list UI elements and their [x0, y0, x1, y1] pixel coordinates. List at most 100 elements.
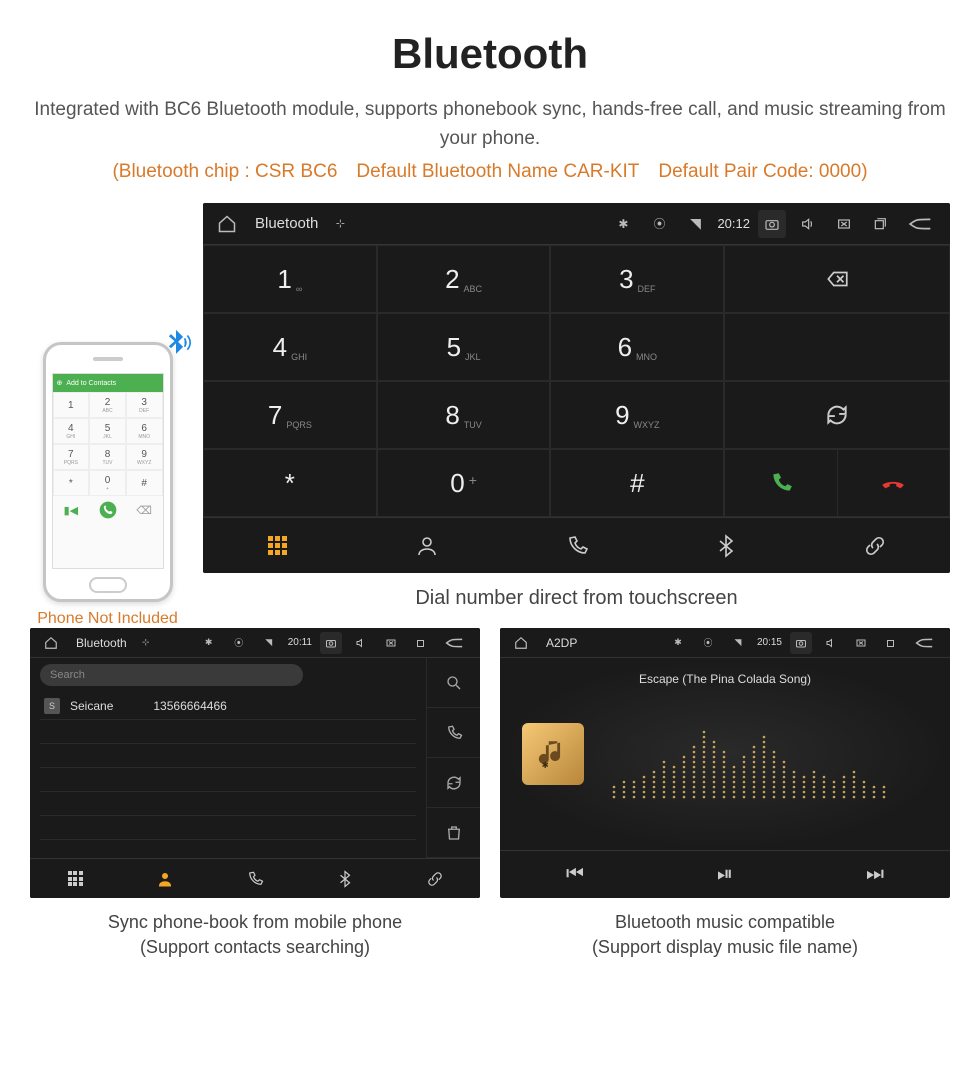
home-icon[interactable]: [40, 632, 62, 654]
key-4[interactable]: 4GHI: [203, 313, 377, 381]
tab-recent[interactable]: [210, 859, 300, 898]
page-description: Integrated with BC6 Bluetooth module, su…: [20, 96, 960, 153]
wifi-icon: ◥: [258, 632, 280, 654]
key-3[interactable]: 3DEF: [550, 245, 724, 313]
usb-icon: ⊹: [326, 210, 354, 238]
bottom-tabs: [30, 858, 480, 898]
tab-keypad[interactable]: [203, 518, 352, 573]
usb-icon: ⊹: [135, 632, 157, 654]
contacts-caption: Sync phone-book from mobile phone (Suppo…: [30, 910, 480, 960]
tab-recent[interactable]: [502, 518, 651, 573]
phone-key: 8TUV: [89, 444, 126, 470]
volume-icon[interactable]: [350, 632, 372, 654]
dialpad: 1∞2ABC3DEF 4GHI5JKL6MNO 7PQRS8TUV9WXYZ *0+#: [203, 245, 950, 517]
hangup-button[interactable]: [838, 450, 949, 516]
audio-visualizer: [610, 709, 890, 799]
contact-row-empty: [40, 744, 416, 768]
contact-row-empty: [40, 816, 416, 840]
back-icon[interactable]: [902, 210, 940, 238]
page-title: Bluetooth: [20, 30, 960, 78]
clock: 20:15: [757, 637, 782, 648]
key-9[interactable]: 9WXYZ: [550, 381, 724, 449]
backspace-button[interactable]: [724, 245, 950, 313]
side-search-icon[interactable]: [427, 658, 480, 708]
location-icon: ⦿: [697, 632, 719, 654]
screenshot-icon[interactable]: [758, 210, 786, 238]
home-icon[interactable]: [510, 632, 532, 654]
phone-key: 6MNO: [126, 418, 163, 444]
tab-pair[interactable]: [801, 518, 950, 573]
tab-contacts[interactable]: [352, 518, 501, 573]
tab-keypad[interactable]: [30, 859, 120, 898]
phone-key: 2ABC: [89, 392, 126, 418]
key-hash[interactable]: #: [550, 449, 724, 517]
music-panel: A2DP ✱ ⦿ ◥ 20:15 Escape (The Pina Colada…: [500, 628, 950, 960]
volume-icon[interactable]: [820, 632, 842, 654]
redial-button[interactable]: [724, 381, 950, 449]
tab-bluetooth[interactable]: [651, 518, 800, 573]
key-6[interactable]: 6MNO: [550, 313, 724, 381]
tab-contacts[interactable]: [120, 859, 210, 898]
back-icon[interactable]: [910, 632, 940, 654]
phone-backspace-icon: ⌫: [126, 496, 163, 524]
phone-topbar-label: Add to Contacts: [66, 380, 116, 387]
next-button[interactable]: ⏭: [800, 851, 950, 898]
statusbar-title: A2DP: [546, 636, 577, 650]
search-input[interactable]: Search: [40, 664, 303, 686]
contact-name: Seicane: [70, 699, 113, 713]
bluetooth-status-icon: ✱: [667, 632, 689, 654]
close-icon[interactable]: [830, 210, 858, 238]
bluetooth-specs: (Bluetooth chip : CSR BC6 Default Blueto…: [20, 161, 960, 183]
location-icon: ⦿: [645, 210, 673, 238]
close-icon[interactable]: [380, 632, 402, 654]
key-7[interactable]: 7PQRS: [203, 381, 377, 449]
key-8[interactable]: 8TUV: [377, 381, 551, 449]
spacer-cell: [724, 313, 950, 381]
recent-apps-icon[interactable]: [866, 210, 894, 238]
bottom-tabs: [203, 517, 950, 573]
wifi-icon: ◥: [681, 210, 709, 238]
phone-call-icon: [89, 496, 126, 524]
tab-bluetooth[interactable]: [300, 859, 390, 898]
phone-key: 5JKL: [89, 418, 126, 444]
phone-mockup: ⊕Add to Contacts 12ABC3DEF4GHI5JKL6MNO7P…: [30, 342, 185, 628]
key-star[interactable]: *: [203, 449, 377, 517]
key-5[interactable]: 5JKL: [377, 313, 551, 381]
phone-key: *: [53, 470, 90, 496]
side-sync-icon[interactable]: [427, 758, 480, 808]
key-2[interactable]: 2ABC: [377, 245, 551, 313]
contact-row[interactable]: S Seicane 13566664466: [40, 692, 416, 720]
album-art-icon: ✱: [522, 723, 584, 785]
back-icon[interactable]: [440, 632, 470, 654]
play-pause-button[interactable]: ⏯: [650, 851, 800, 898]
screenshot-icon[interactable]: [320, 632, 342, 654]
statusbar-title: Bluetooth: [255, 215, 318, 232]
side-call-icon[interactable]: [427, 708, 480, 758]
statusbar: Bluetooth ⊹ ✱ ⦿ ◥ 20:12: [203, 203, 950, 245]
phone-key: 7PQRS: [53, 444, 90, 470]
side-delete-icon[interactable]: [427, 808, 480, 858]
clock: 20:12: [717, 216, 750, 231]
phone-key: 0+: [89, 470, 126, 496]
page-header: Bluetooth Integrated with BC6 Bluetooth …: [0, 0, 980, 193]
phone-key: 3DEF: [126, 392, 163, 418]
contact-row-empty: [40, 792, 416, 816]
screenshot-icon[interactable]: [790, 632, 812, 654]
bluetooth-status-icon: ✱: [198, 632, 220, 654]
tab-pair[interactable]: [390, 859, 480, 898]
call-button[interactable]: [725, 450, 837, 516]
phone-video-icon: ▮◀: [53, 496, 90, 524]
recent-apps-icon[interactable]: [410, 632, 432, 654]
main-caption: Dial number direct from touchscreen: [203, 587, 950, 610]
home-icon[interactable]: [213, 210, 241, 238]
recent-apps-icon[interactable]: [880, 632, 902, 654]
prev-button[interactable]: ⏮: [500, 851, 650, 898]
phone-key: 4GHI: [53, 418, 90, 444]
key-1[interactable]: 1∞: [203, 245, 377, 313]
location-icon: ⦿: [228, 632, 250, 654]
statusbar-title: Bluetooth: [76, 636, 127, 650]
main-headunit: Bluetooth ⊹ ✱ ⦿ ◥ 20:12 1∞2ABC3DEF 4GHI5J…: [203, 203, 950, 573]
key-0[interactable]: 0+: [377, 449, 551, 517]
close-icon[interactable]: [850, 632, 872, 654]
volume-icon[interactable]: [794, 210, 822, 238]
